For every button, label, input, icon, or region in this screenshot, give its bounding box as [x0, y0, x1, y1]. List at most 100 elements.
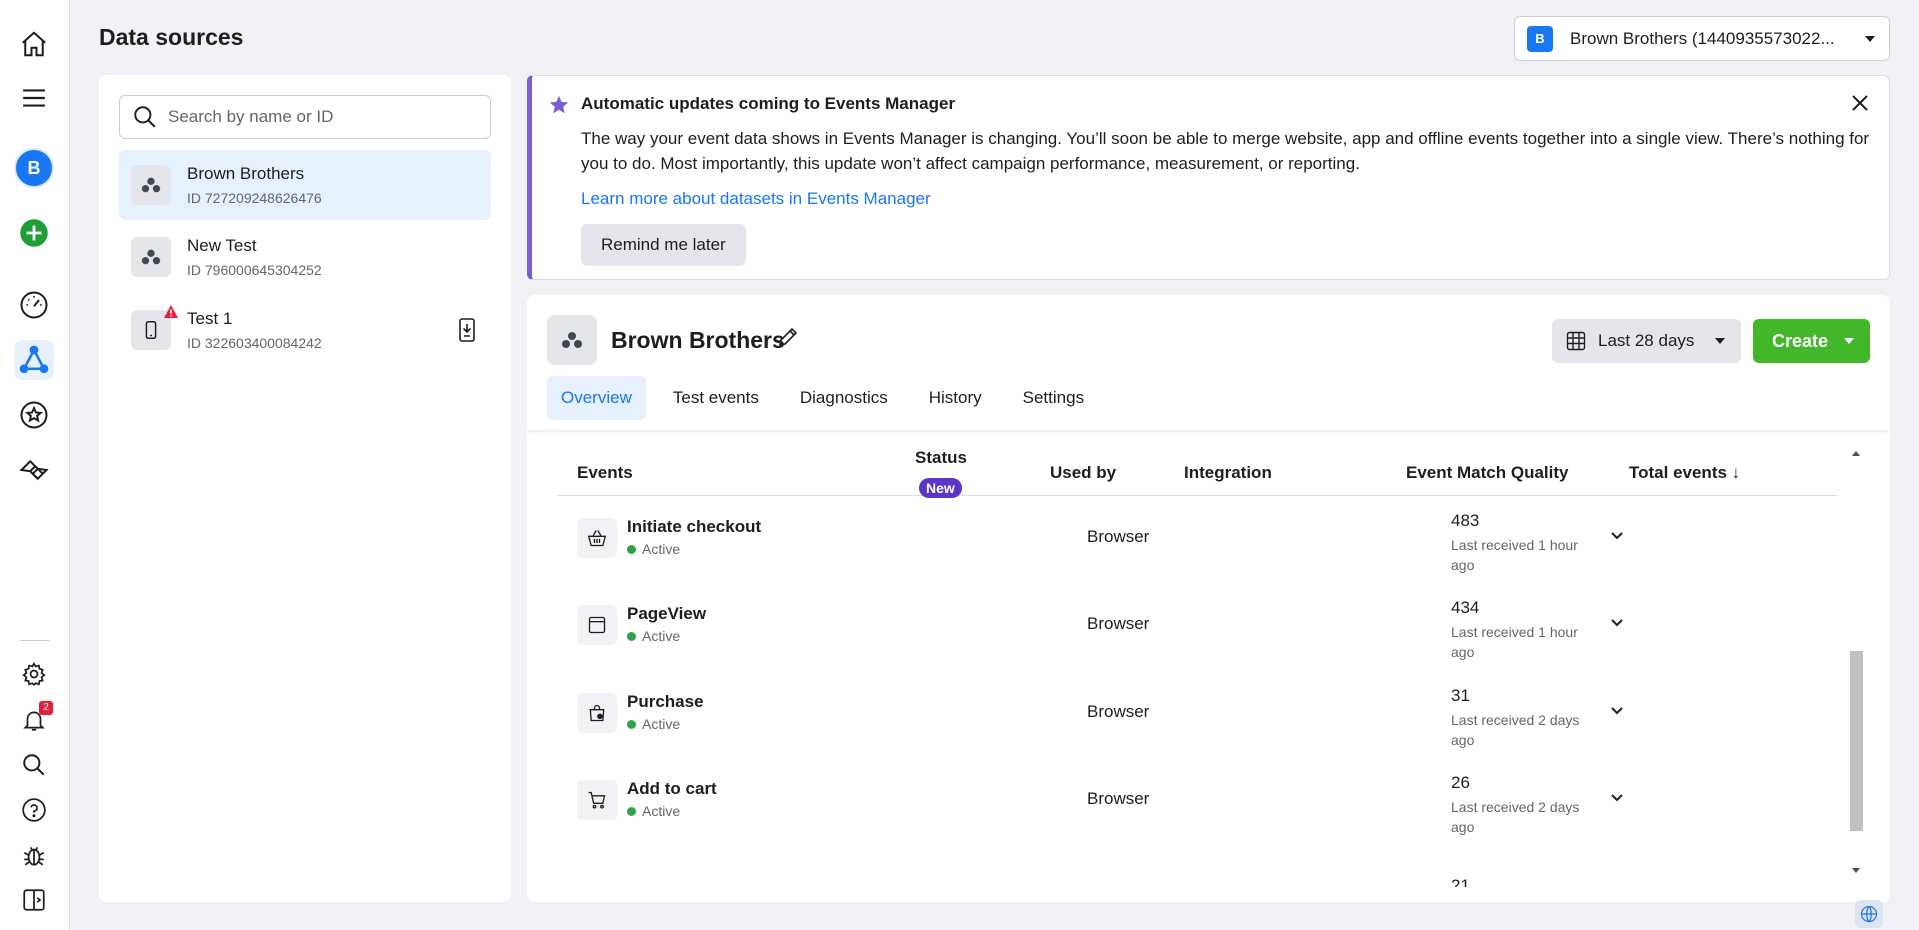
- chevron-down-icon[interactable]: [1609, 702, 1625, 718]
- page-title: Data sources: [99, 24, 244, 50]
- partner-icon[interactable]: [14, 450, 54, 490]
- events-table-header: Events Status New Used by Integration Ev…: [557, 445, 1837, 498]
- create-button[interactable]: Create: [1753, 319, 1870, 363]
- source-item[interactable]: New Test ID 796000645304252: [119, 222, 491, 292]
- event-total-partial: 21: [1451, 876, 1470, 887]
- search-box[interactable]: [119, 95, 491, 139]
- learn-more-link[interactable]: Learn more about datasets in Events Mana…: [581, 189, 931, 209]
- active-dot: [627, 544, 636, 554]
- event-last-received: Last received 1 hour ago: [1451, 624, 1578, 660]
- caret-down-icon: [1844, 338, 1855, 344]
- star-icon: [549, 95, 569, 114]
- tab-settings[interactable]: Settings: [1009, 376, 1098, 420]
- basket-icon: [577, 518, 617, 558]
- date-range-button[interactable]: Last 28 days: [1552, 319, 1741, 363]
- detail-tabs: Overview Test events Diagnostics History…: [547, 376, 1111, 420]
- tab-diagnostics[interactable]: Diagnostics: [786, 376, 902, 420]
- close-icon[interactable]: [1849, 92, 1871, 114]
- dataset-title: Brown Brothers: [611, 327, 785, 353]
- event-name: Initiate checkout: [627, 517, 762, 536]
- account-selector[interactable]: B Brown Brothers (1440935573022...: [1514, 16, 1890, 61]
- col-used-by[interactable]: Used by: [1050, 463, 1116, 483]
- tab-overview[interactable]: Overview: [547, 376, 646, 420]
- scroll-up-arrow-icon[interactable]: [1851, 449, 1861, 457]
- calendar-table-icon: [1566, 331, 1586, 351]
- event-last-received: Last received 2 days ago: [1451, 799, 1580, 835]
- remind-me-later-button[interactable]: Remind me later: [581, 224, 746, 266]
- table-row[interactable]: Purchase Active Browser 31 Last received…: [557, 670, 1837, 757]
- dashboard-icon[interactable]: [14, 285, 54, 325]
- pixel-icon: [131, 165, 171, 205]
- data-sources-panel: Brown Brothers ID 727209248626476 New Te…: [99, 75, 511, 902]
- event-status: Active: [627, 803, 680, 819]
- event-name: PageView: [627, 604, 707, 623]
- account-avatar[interactable]: B: [14, 148, 54, 188]
- col-event-match-quality[interactable]: Event Match Quality: [1406, 463, 1568, 483]
- active-dot: [627, 806, 636, 816]
- tab-test-events[interactable]: Test events: [659, 376, 773, 420]
- source-item[interactable]: Test 1 ID 322603400084242: [119, 295, 491, 365]
- shopping-bag-icon: [577, 693, 617, 733]
- source-id: ID 727209248626476: [187, 190, 322, 206]
- source-name: New Test: [187, 236, 257, 255]
- app-install-icon[interactable]: [455, 317, 479, 343]
- add-icon[interactable]: [14, 213, 54, 253]
- event-status: Active: [627, 716, 680, 732]
- search-icon: [134, 106, 156, 128]
- star-icon[interactable]: [14, 395, 54, 435]
- edit-pencil-icon[interactable]: [776, 325, 800, 349]
- table-row[interactable]: Initiate checkout Active Browser 483 Las…: [557, 495, 1837, 582]
- event-total: 26: [1451, 773, 1470, 792]
- event-name: Add to cart: [627, 779, 717, 798]
- col-events[interactable]: Events: [577, 463, 633, 483]
- menu-icon[interactable]: [14, 78, 54, 118]
- bell-icon[interactable]: 2: [14, 700, 54, 740]
- col-integration[interactable]: Integration: [1184, 463, 1272, 483]
- dataset-detail-card: Brown Brothers Last 28 days Create Overv…: [527, 295, 1890, 902]
- settings-icon[interactable]: [14, 654, 54, 694]
- search-input[interactable]: [168, 107, 468, 127]
- event-integration: Browser: [1087, 702, 1150, 721]
- event-integration: Browser: [1087, 614, 1150, 633]
- table-row[interactable]: Add to cart Active Browser 26 Last recei…: [557, 757, 1837, 844]
- active-dot: [627, 631, 636, 641]
- search-icon[interactable]: [14, 745, 54, 785]
- help-icon[interactable]: [14, 790, 54, 830]
- source-item[interactable]: Brown Brothers ID 727209248626476: [119, 150, 491, 220]
- chevron-down-icon[interactable]: [1609, 527, 1625, 543]
- home-icon[interactable]: [14, 24, 54, 64]
- table-scrollbar[interactable]: [1847, 445, 1865, 879]
- tab-history[interactable]: History: [915, 376, 996, 420]
- source-name: Brown Brothers: [187, 164, 305, 183]
- browser-window-icon: [577, 605, 617, 645]
- account-name: Brown Brothers (1440935573022...: [1570, 28, 1835, 48]
- warning-icon: [164, 305, 178, 318]
- data-sources-icon[interactable]: [14, 340, 54, 380]
- event-status: Active: [627, 628, 680, 644]
- banner-body: The way your event data shows in Events …: [581, 129, 1870, 173]
- table-row[interactable]: PageView Active Browser 434 Last receive…: [557, 582, 1837, 669]
- scroll-down-arrow-icon[interactable]: [1851, 867, 1861, 875]
- col-total-events[interactable]: Total events ↓: [1629, 463, 1740, 483]
- language-globe-icon[interactable]: [1855, 900, 1883, 928]
- notification-badge: 2: [39, 701, 53, 715]
- left-nav-rail: B 2: [0, 0, 70, 930]
- pixel-icon: [131, 237, 171, 277]
- scrollbar-thumb[interactable]: [1850, 651, 1863, 831]
- source-id: ID 322603400084242: [187, 335, 322, 351]
- detail-header: Brown Brothers Last 28 days Create Overv…: [527, 295, 1890, 430]
- cart-icon: [577, 780, 617, 820]
- date-range-label: Last 28 days: [1598, 331, 1695, 350]
- event-name: Purchase: [627, 692, 704, 711]
- banner-title: Automatic updates coming to Events Manag…: [581, 94, 956, 113]
- col-status[interactable]: Status: [915, 448, 967, 468]
- bug-icon[interactable]: [14, 835, 54, 875]
- chevron-down-icon[interactable]: [1609, 614, 1625, 630]
- source-name: Test 1: [187, 309, 233, 328]
- chevron-down-icon[interactable]: [1609, 789, 1625, 805]
- pixel-icon: [547, 315, 597, 365]
- event-integration: Browser: [1087, 789, 1150, 808]
- event-status: Active: [627, 541, 680, 557]
- event-total: 483: [1451, 511, 1480, 530]
- collapse-icon[interactable]: [14, 880, 54, 920]
